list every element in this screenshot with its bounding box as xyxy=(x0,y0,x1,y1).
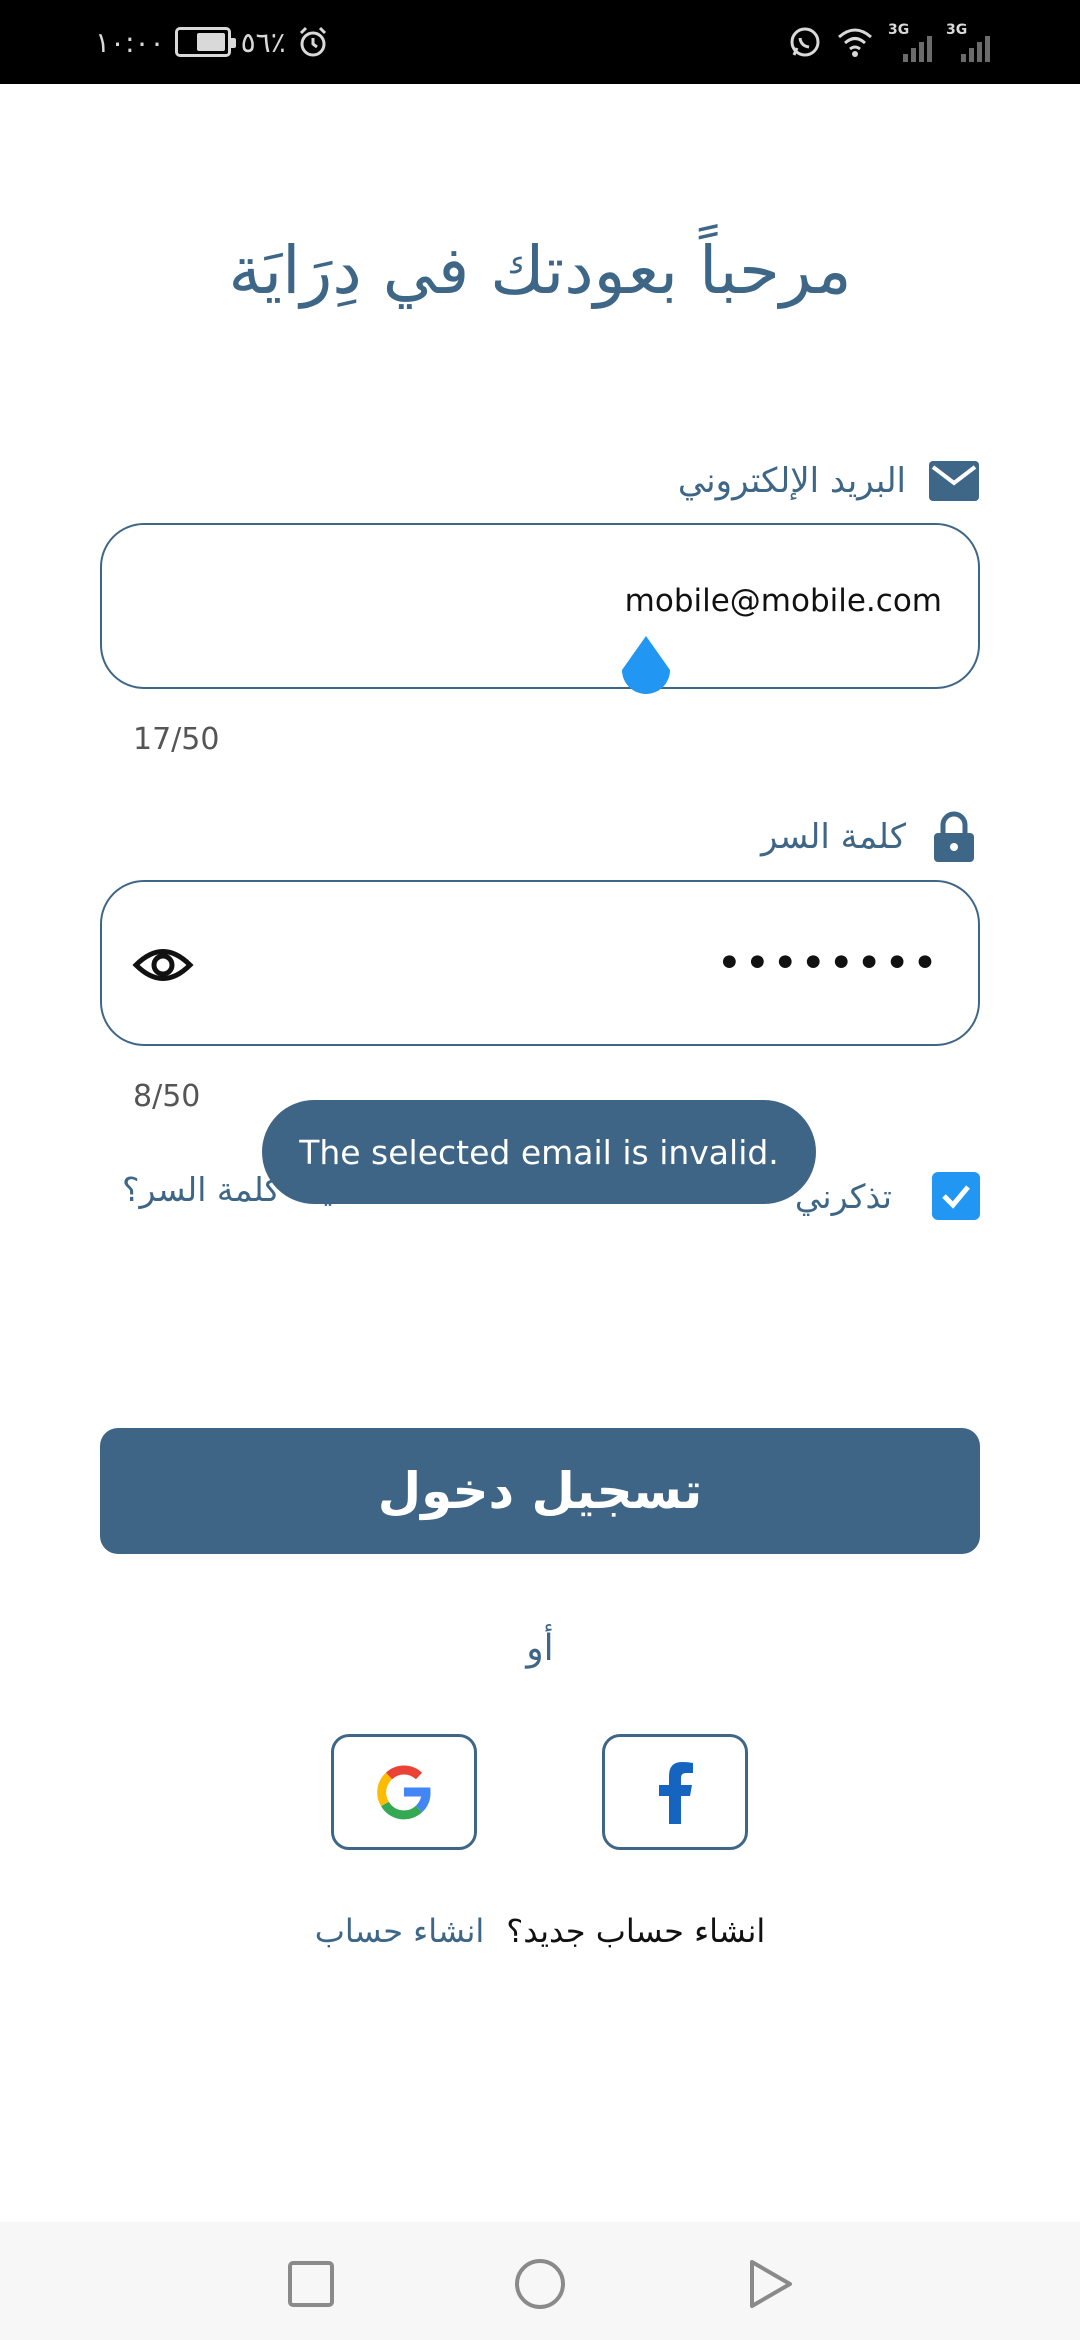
system-nav-bar xyxy=(0,2222,1080,2340)
text-cursor-handle[interactable] xyxy=(618,634,674,700)
battery-percent: ٥٦٪ xyxy=(240,25,286,59)
email-value: mobile@mobile.com xyxy=(624,583,942,619)
password-counter: 8/50 xyxy=(133,1079,201,1114)
clock: ١٠:٠٠ xyxy=(95,25,165,59)
signal-icon-1: 3G xyxy=(888,22,932,62)
status-bar: ١٠:٠٠ ٥٦٪ 3G 3G xyxy=(0,0,1080,84)
home-button[interactable] xyxy=(512,2256,568,2312)
login-button[interactable]: تسجيل دخول xyxy=(100,1428,980,1554)
back-button[interactable] xyxy=(742,2256,798,2312)
signup-link[interactable]: انشاء حساب xyxy=(315,1912,485,1950)
google-icon xyxy=(377,1765,431,1820)
password-label: كلمة السر xyxy=(760,817,906,857)
check-icon xyxy=(942,1185,970,1209)
remember-me-checkbox[interactable] xyxy=(932,1172,980,1220)
or-divider-text: أو xyxy=(526,1628,554,1669)
email-label-row: البريد الإلكتروني xyxy=(678,456,980,506)
signal-icon-2: 3G xyxy=(946,22,990,62)
facebook-icon xyxy=(659,1762,693,1824)
battery-icon xyxy=(174,27,236,57)
recents-button[interactable] xyxy=(283,2256,339,2312)
email-field[interactable]: mobile@mobile.com xyxy=(100,523,980,689)
password-field[interactable]: •••••••• xyxy=(100,880,980,1046)
google-login-button[interactable] xyxy=(331,1734,477,1850)
remember-me-row[interactable]: تذكرني xyxy=(795,1168,980,1224)
eye-icon[interactable] xyxy=(132,934,194,996)
remember-me-label: تذكرني xyxy=(794,1176,892,1216)
alarm-icon xyxy=(299,26,326,57)
signup-question: انشاء حساب جديد؟ xyxy=(506,1912,766,1950)
facebook-login-button[interactable] xyxy=(602,1734,748,1850)
whatsapp-icon xyxy=(790,27,820,57)
signup-row: انشاء حساب جديد؟ انشاء حساب xyxy=(0,1912,1080,1950)
email-label: البريد الإلكتروني xyxy=(677,461,906,501)
status-right: 3G 3G xyxy=(788,20,990,64)
email-counter: 17/50 xyxy=(133,722,220,757)
page-title: مرحباً بعودتك في دِرَايَة xyxy=(228,232,852,309)
status-left: ١٠:٠٠ ٥٦٪ xyxy=(95,22,330,62)
password-label-row: كلمة السر xyxy=(760,811,980,862)
error-toast: The selected email is invalid. xyxy=(262,1100,816,1204)
password-value: •••••••• xyxy=(716,938,940,989)
lock-icon xyxy=(928,811,980,862)
wifi-icon xyxy=(838,28,872,57)
mail-icon xyxy=(928,458,980,504)
